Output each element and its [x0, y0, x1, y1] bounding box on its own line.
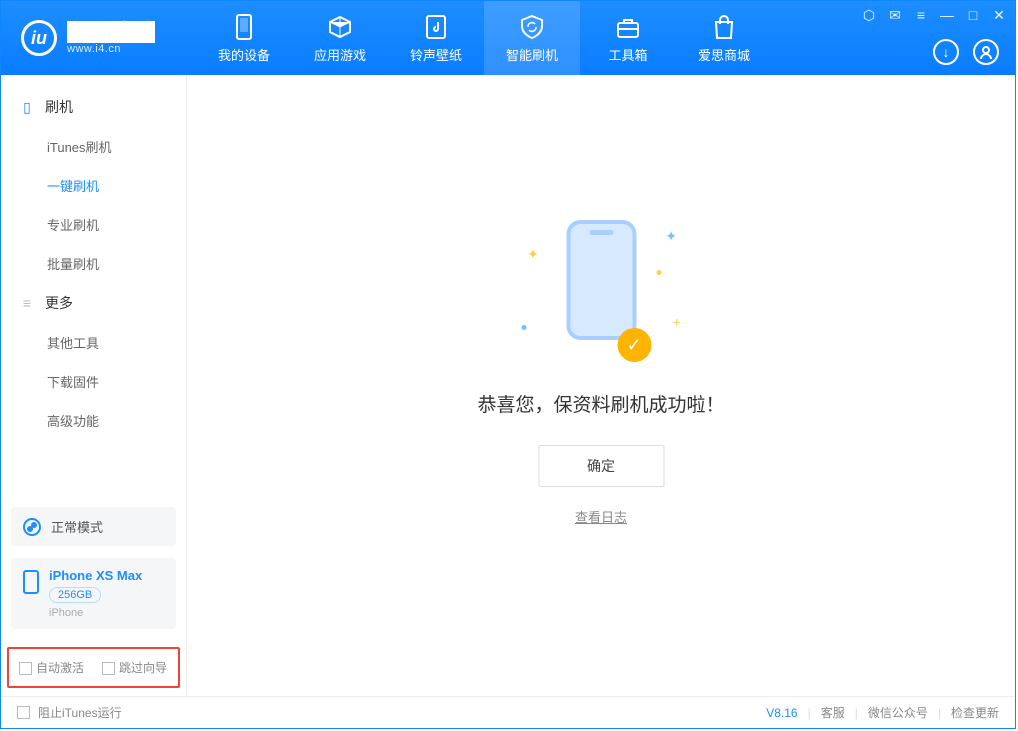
device-capacity: 256GB [49, 587, 101, 603]
minimize-button[interactable]: — [939, 7, 955, 23]
app-domain: www.i4.cn [67, 43, 155, 55]
sidebar-item-oneclick-flash[interactable]: 一键刷机 [1, 166, 186, 205]
ok-button[interactable]: 确定 [538, 445, 664, 487]
side-group-title: 更多 [45, 293, 73, 313]
side-group-title: 刷机 [45, 97, 73, 117]
nav-label: 我的设备 [218, 45, 270, 64]
success-check-icon: ✓ [617, 328, 651, 362]
sidebar-item-advanced[interactable]: 高级功能 [1, 401, 186, 440]
nav-store[interactable]: 爱思商城 [676, 1, 772, 75]
check-update-link[interactable]: 检查更新 [951, 704, 999, 721]
device-card[interactable]: iPhone XS Max 256GB iPhone [11, 558, 176, 629]
skip-guide-option[interactable]: 跳过向导 [102, 659, 167, 676]
nav-label: 爱思商城 [698, 45, 750, 64]
success-illustration: ✦ ✦ + ✓ [521, 220, 681, 360]
logo-icon: iu [21, 20, 57, 56]
device-phone-icon [23, 570, 39, 594]
auto-activate-option[interactable]: 自动激活 [19, 659, 84, 676]
nav-label: 工具箱 [608, 45, 647, 64]
separator: | [855, 706, 858, 720]
checkbox-icon[interactable] [17, 706, 30, 719]
refresh-shield-icon [518, 13, 546, 41]
nav-apps[interactable]: 应用游戏 [292, 1, 388, 75]
main-content: ✦ ✦ + ✓ 恭喜您，保资料刷机成功啦！ 确定 查看日志 [187, 75, 1015, 696]
dot-icon [656, 270, 661, 275]
mode-card[interactable]: 正常模式 [11, 507, 176, 546]
maximize-button[interactable]: □ [965, 7, 981, 23]
phone-illustration [566, 220, 636, 340]
user-icon[interactable] [973, 39, 999, 65]
sparkle-icon: ✦ [527, 246, 539, 263]
menu-icon[interactable]: ≡ [913, 7, 929, 23]
highlight-box: 自动激活 跳过向导 [7, 647, 180, 688]
checkbox-icon[interactable] [19, 662, 32, 675]
sidebar: ▯ 刷机 iTunes刷机 一键刷机 专业刷机 批量刷机 ≡ 更多 其他工具 下… [1, 75, 187, 696]
status-bar: 阻止iTunes运行 V8.16 | 客服 | 微信公众号 | 检查更新 [1, 696, 1015, 728]
device-kind: iPhone [49, 607, 142, 619]
phone-icon [230, 13, 258, 41]
logo-text: 爱思助手 www.i4.cn [67, 21, 155, 55]
block-itunes-label[interactable]: 阻止iTunes运行 [38, 704, 122, 721]
sidebar-item-itunes-flash[interactable]: iTunes刷机 [1, 127, 186, 166]
success-message: 恭喜您，保资料刷机成功啦！ [477, 390, 724, 417]
nav-my-device[interactable]: 我的设备 [196, 1, 292, 75]
wechat-link[interactable]: 微信公众号 [868, 704, 928, 721]
dot-icon [521, 325, 526, 330]
support-link[interactable]: 客服 [821, 704, 845, 721]
cube-icon [326, 13, 354, 41]
title-bar: iu 爱思助手 www.i4.cn 我的设备 应用游戏 铃声壁纸 智能刷机 [1, 1, 1015, 75]
close-button[interactable]: ✕ [991, 7, 1007, 23]
nav-label: 应用游戏 [314, 45, 366, 64]
window-controls: ⬡ ✉ ≡ — □ ✕ [861, 7, 1007, 23]
device-name: iPhone XS Max [49, 568, 142, 583]
toolbox-icon [614, 13, 642, 41]
separator: | [808, 706, 811, 720]
bag-icon [710, 13, 738, 41]
separator: | [938, 706, 941, 720]
sidebar-item-pro-flash[interactable]: 专业刷机 [1, 205, 186, 244]
list-icon: ≡ [19, 295, 35, 311]
shirt-icon[interactable]: ⬡ [861, 7, 877, 23]
sidebar-item-other-tools[interactable]: 其他工具 [1, 323, 186, 362]
device-text: iPhone XS Max 256GB iPhone [49, 568, 142, 619]
side-group-more: ≡ 更多 [1, 283, 186, 323]
view-log-link[interactable]: 查看日志 [477, 507, 724, 526]
mode-label: 正常模式 [51, 517, 103, 536]
app-name: 爱思助手 [67, 21, 155, 43]
checkbox-icon[interactable] [102, 662, 115, 675]
version-label: V8.16 [766, 706, 797, 720]
auto-activate-label: 自动激活 [36, 661, 84, 675]
sparkle-icon: + [673, 314, 681, 330]
nav-flash[interactable]: 智能刷机 [484, 1, 580, 75]
side-group-flash: ▯ 刷机 [1, 87, 186, 127]
sidebar-item-download-fw[interactable]: 下载固件 [1, 362, 186, 401]
nav-label: 智能刷机 [506, 45, 558, 64]
sparkle-icon: ✦ [665, 228, 677, 245]
music-file-icon [422, 13, 450, 41]
nav-label: 铃声壁纸 [410, 45, 462, 64]
sidebar-item-batch-flash[interactable]: 批量刷机 [1, 244, 186, 283]
nav-ringtone[interactable]: 铃声壁纸 [388, 1, 484, 75]
logo[interactable]: iu 爱思助手 www.i4.cn [1, 1, 196, 75]
nav-toolbox[interactable]: 工具箱 [580, 1, 676, 75]
feedback-icon[interactable]: ✉ [887, 7, 903, 23]
phone-outline-icon: ▯ [19, 99, 35, 115]
header-right-icons: ↓ [933, 39, 999, 65]
download-icon[interactable]: ↓ [933, 39, 959, 65]
top-nav: 我的设备 应用游戏 铃声壁纸 智能刷机 工具箱 爱思商城 [196, 1, 772, 75]
skip-guide-label: 跳过向导 [119, 661, 167, 675]
mode-icon [23, 518, 41, 536]
